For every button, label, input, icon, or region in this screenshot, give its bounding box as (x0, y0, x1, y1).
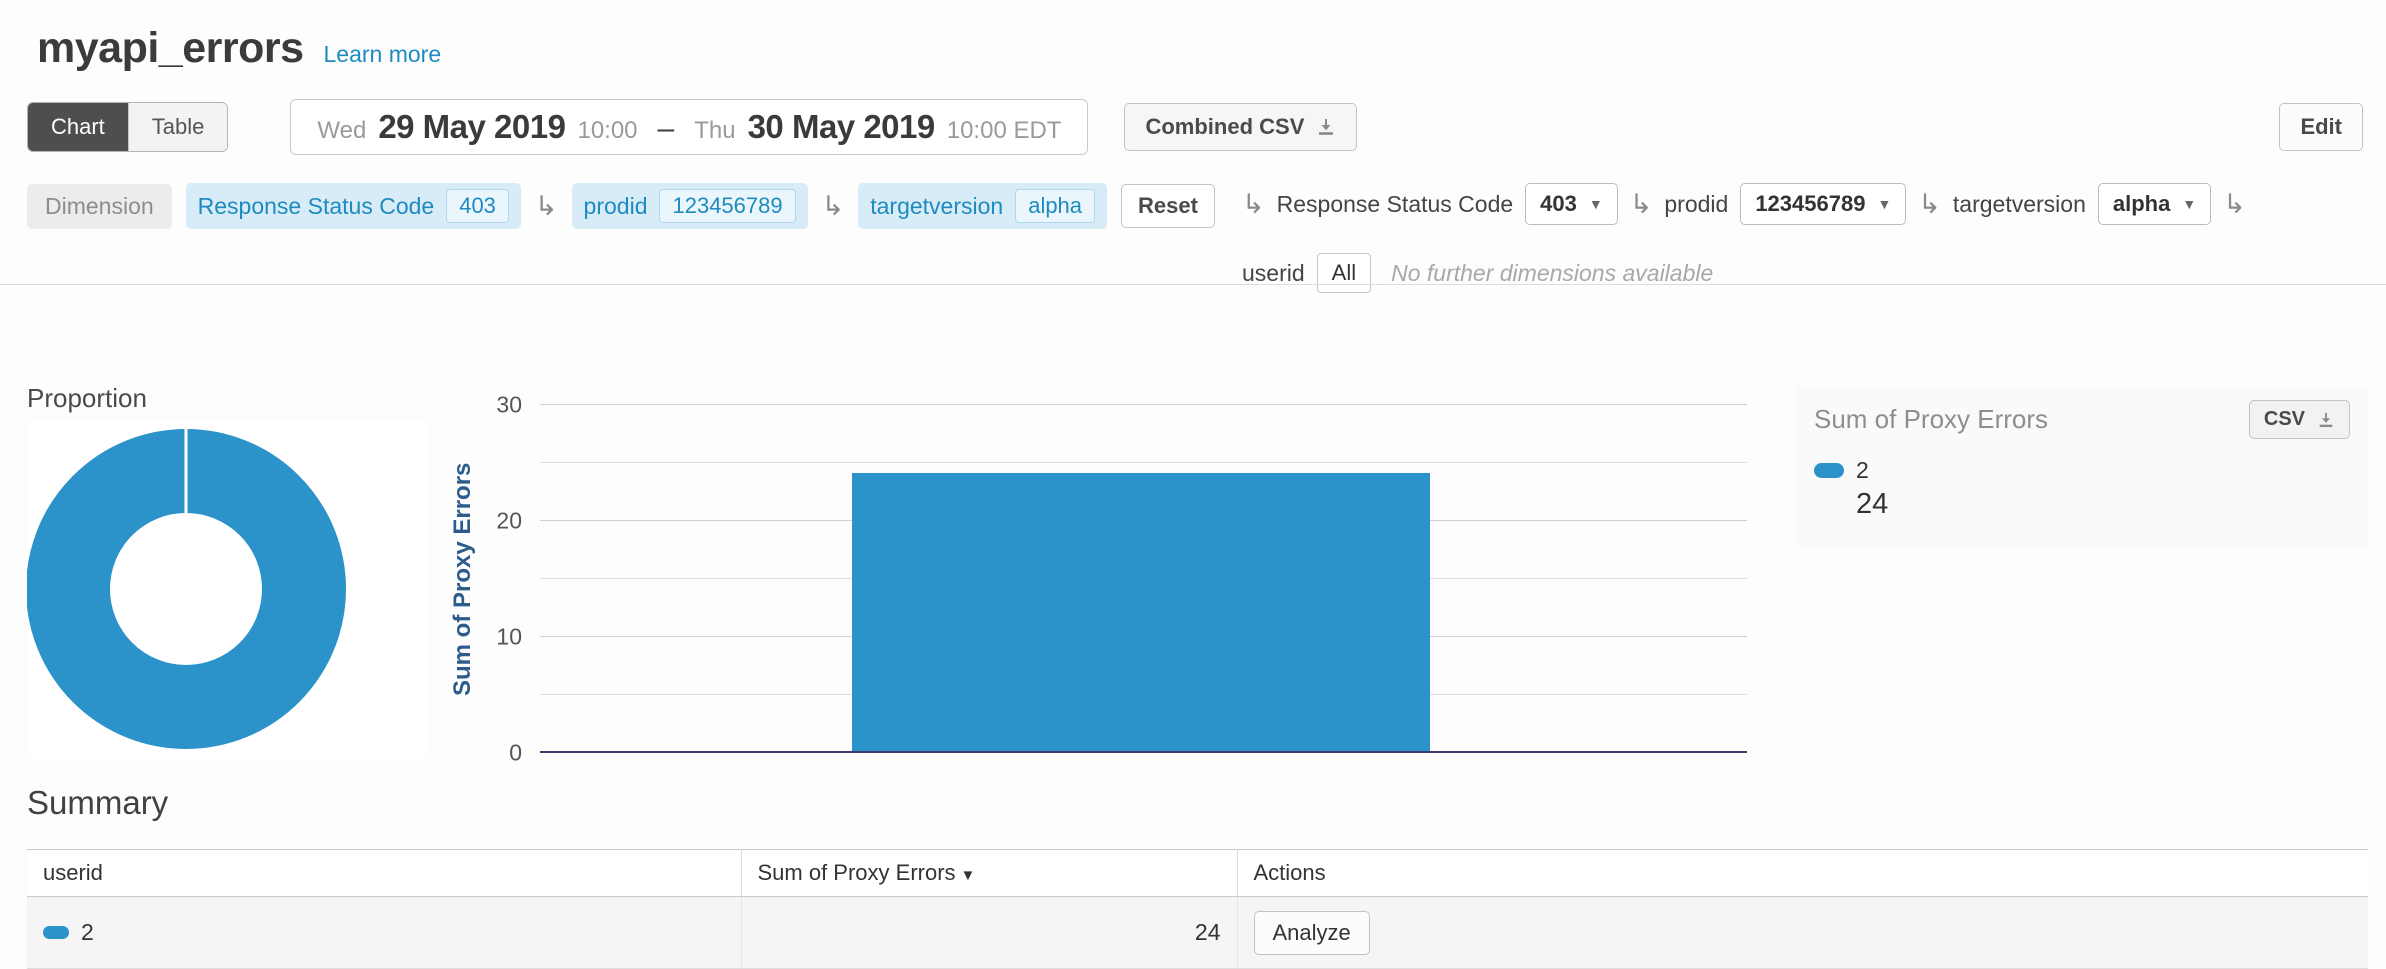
start-date: 29 May 2019 (378, 108, 565, 146)
download-icon (2317, 411, 2335, 429)
drilldown-arrow-icon: ↳ (1630, 191, 1653, 218)
breadcrumb-chip-response-status-code[interactable]: Response Status Code 403 (186, 183, 521, 229)
proportion-donut-chart (27, 420, 427, 758)
end-day: Thu (694, 117, 735, 145)
next-dimension-select-userid[interactable]: All (1317, 253, 1371, 293)
view-toggle: Chart Table (27, 102, 228, 152)
y-tick: 10 (496, 624, 522, 651)
cell-actions: Analyze (1237, 897, 2368, 969)
drilldown-arrow-icon: ↳ (1242, 191, 1265, 218)
chevron-down-icon: ▼ (1877, 196, 1891, 212)
series-label: 2 (1856, 457, 1869, 484)
cell-sum-of-proxy-errors: 24 (741, 897, 1237, 969)
no-more-dimensions-text: No further dimensions available (1391, 260, 1713, 287)
reset-button[interactable]: Reset (1121, 184, 1215, 228)
proportion-donut-panel (27, 420, 427, 758)
drilldown-arrow-icon: ↳ (535, 193, 558, 220)
table-row: 2 24 Analyze (27, 897, 2368, 969)
end-time: 10:00 EDT (947, 117, 1062, 145)
legend-panel-header: Sum of Proxy Errors CSV (1814, 400, 2350, 439)
combined-csv-label: Combined CSV (1145, 114, 1304, 140)
drilldown-arrow-icon: ↳ (2223, 191, 2246, 218)
chip-name: prodid (584, 193, 648, 220)
edit-label: Edit (2300, 114, 2342, 140)
breadcrumb-chip-prodid[interactable]: prodid 123456789 (572, 183, 808, 229)
tab-chart[interactable]: Chart (28, 103, 128, 151)
cell-userid: 2 (27, 897, 741, 969)
y-tick: 30 (496, 392, 522, 419)
start-day: Wed (317, 117, 366, 145)
date-range-separator: – (658, 112, 675, 146)
next-dimension-name: userid (1242, 260, 1305, 287)
dimension-label: Dimension (27, 184, 172, 229)
csv-button[interactable]: CSV (2249, 400, 2350, 439)
column-header-label: Sum of Proxy Errors (758, 860, 956, 885)
drilldown-select-prodid[interactable]: 123456789 ▼ (1740, 183, 1906, 225)
x-axis-line (540, 751, 1747, 753)
legend-item: 2 (1814, 457, 2350, 484)
chip-name: targetversion (870, 193, 1003, 220)
start-time: 10:00 (577, 117, 637, 145)
chevron-down-icon: ▼ (1589, 196, 1603, 212)
dimension-drilldowns: ↳ Response Status Code 403 ▼ ↳ prodid 12… (1242, 183, 2368, 293)
drilldown-select-targetversion[interactable]: alpha ▼ (2098, 183, 2211, 225)
header: myapi_errors Learn more (37, 24, 441, 73)
combined-csv-button[interactable]: Combined CSV (1124, 103, 1357, 151)
legend-panel-title: Sum of Proxy Errors (1814, 404, 2048, 435)
sort-descending-icon: ▼ (961, 867, 976, 884)
proportion-title: Proportion (27, 383, 147, 414)
page-title: myapi_errors (37, 24, 304, 73)
userid-value: 2 (81, 919, 94, 946)
drilldown-name: Response Status Code (1277, 191, 1514, 218)
drilldown-name: targetversion (1953, 191, 2086, 218)
drilldown-arrow-icon: ↳ (822, 193, 845, 220)
selected-value: alpha (2113, 191, 2170, 217)
y-tick: 0 (509, 740, 522, 767)
selected-value: 403 (1540, 191, 1577, 217)
column-header-sum-of-proxy-errors[interactable]: Sum of Proxy Errors ▼ (741, 850, 1237, 897)
y-axis-ticks: 30 20 10 0 (420, 405, 522, 753)
reset-label: Reset (1138, 193, 1198, 219)
analytics-dashboard: myapi_errors Learn more Chart Table Wed … (0, 0, 2386, 968)
gridline (540, 462, 1747, 463)
summary-title: Summary (27, 784, 168, 822)
column-header-actions: Actions (1237, 850, 2368, 897)
selected-value: 123456789 (1755, 191, 1865, 217)
chip-value: alpha (1015, 189, 1095, 223)
csv-label: CSV (2264, 408, 2305, 431)
chip-name: Response Status Code (198, 193, 435, 220)
end-date: 30 May 2019 (748, 108, 935, 146)
tab-table[interactable]: Table (128, 103, 228, 151)
proxy-errors-bar-chart (540, 405, 1747, 753)
breadcrumb-chip-targetversion[interactable]: targetversion alpha (858, 183, 1107, 229)
chevron-down-icon: ▼ (2182, 196, 2196, 212)
series-color-swatch (1814, 463, 1844, 478)
analyze-button[interactable]: Analyze (1254, 911, 1370, 955)
section-divider (0, 284, 2386, 285)
chip-value: 403 (446, 189, 509, 223)
legend-panel: Sum of Proxy Errors CSV 2 24 (1796, 386, 2368, 547)
dimension-breadcrumb: Dimension Response Status Code 403 ↳ pro… (27, 183, 1215, 229)
series-color-swatch (43, 926, 69, 939)
summary-table: userid Sum of Proxy Errors ▼ Actions 2 24… (27, 849, 2368, 969)
drilldown-select-response-status-code[interactable]: 403 ▼ (1525, 183, 1618, 225)
drilldown-name: prodid (1664, 191, 1728, 218)
learn-more-link[interactable]: Learn more (324, 41, 442, 68)
proxy-errors-bar (852, 473, 1430, 751)
download-icon (1316, 117, 1336, 137)
toolbar: Chart Table Wed 29 May 2019 10:00 – Thu … (27, 99, 2363, 155)
column-header-userid: userid (27, 850, 741, 897)
series-value: 24 (1856, 488, 2350, 521)
edit-button[interactable]: Edit (2279, 103, 2363, 151)
date-range-picker[interactable]: Wed 29 May 2019 10:00 – Thu 30 May 2019 … (290, 99, 1088, 155)
y-tick: 20 (496, 507, 522, 534)
drilldown-arrow-icon: ↳ (1918, 191, 1941, 218)
chip-value: 123456789 (659, 189, 795, 223)
gridline (540, 404, 1747, 405)
table-header-row: userid Sum of Proxy Errors ▼ Actions (27, 850, 2368, 897)
